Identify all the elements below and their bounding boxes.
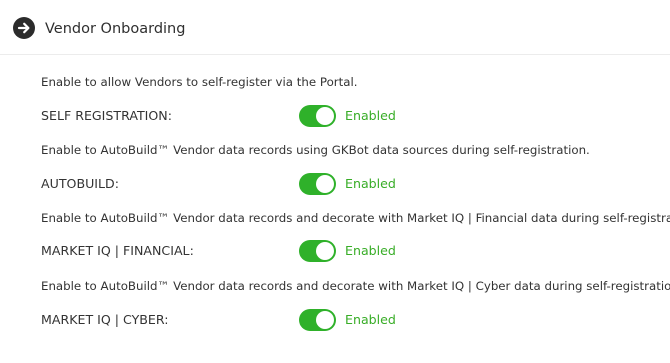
self-registration-toggle[interactable] <box>299 105 336 127</box>
toggle-knob <box>316 311 334 329</box>
market-iq-cyber-description: Enable to AutoBuild™ Vendor data records… <box>41 279 670 293</box>
section-title: Vendor Onboarding <box>45 21 186 37</box>
toggle-knob <box>316 107 334 125</box>
market-iq-financial-label: MARKET IQ | FINANCIAL: <box>41 243 194 258</box>
arrow-right-circle-icon[interactable] <box>13 17 35 39</box>
autobuild-toggle[interactable] <box>299 173 336 195</box>
autobuild-label: AUTOBUILD: <box>41 176 119 191</box>
self-registration-description: Enable to allow Vendors to self-register… <box>41 75 358 89</box>
market-iq-cyber-label: MARKET IQ | CYBER: <box>41 312 169 327</box>
market-iq-financial-description: Enable to AutoBuild™ Vendor data records… <box>41 211 670 225</box>
market-iq-financial-status: Enabled <box>345 243 396 258</box>
market-iq-cyber-status: Enabled <box>345 312 396 327</box>
self-registration-status: Enabled <box>345 108 396 123</box>
toggle-knob <box>316 175 334 193</box>
toggle-knob <box>316 242 334 260</box>
section-header: Vendor Onboarding <box>0 0 670 55</box>
autobuild-description: Enable to AutoBuild™ Vendor data records… <box>41 143 590 157</box>
market-iq-cyber-toggle[interactable] <box>299 309 336 331</box>
market-iq-financial-toggle[interactable] <box>299 240 336 262</box>
autobuild-status: Enabled <box>345 176 396 191</box>
self-registration-label: SELF REGISTRATION: <box>41 108 172 123</box>
